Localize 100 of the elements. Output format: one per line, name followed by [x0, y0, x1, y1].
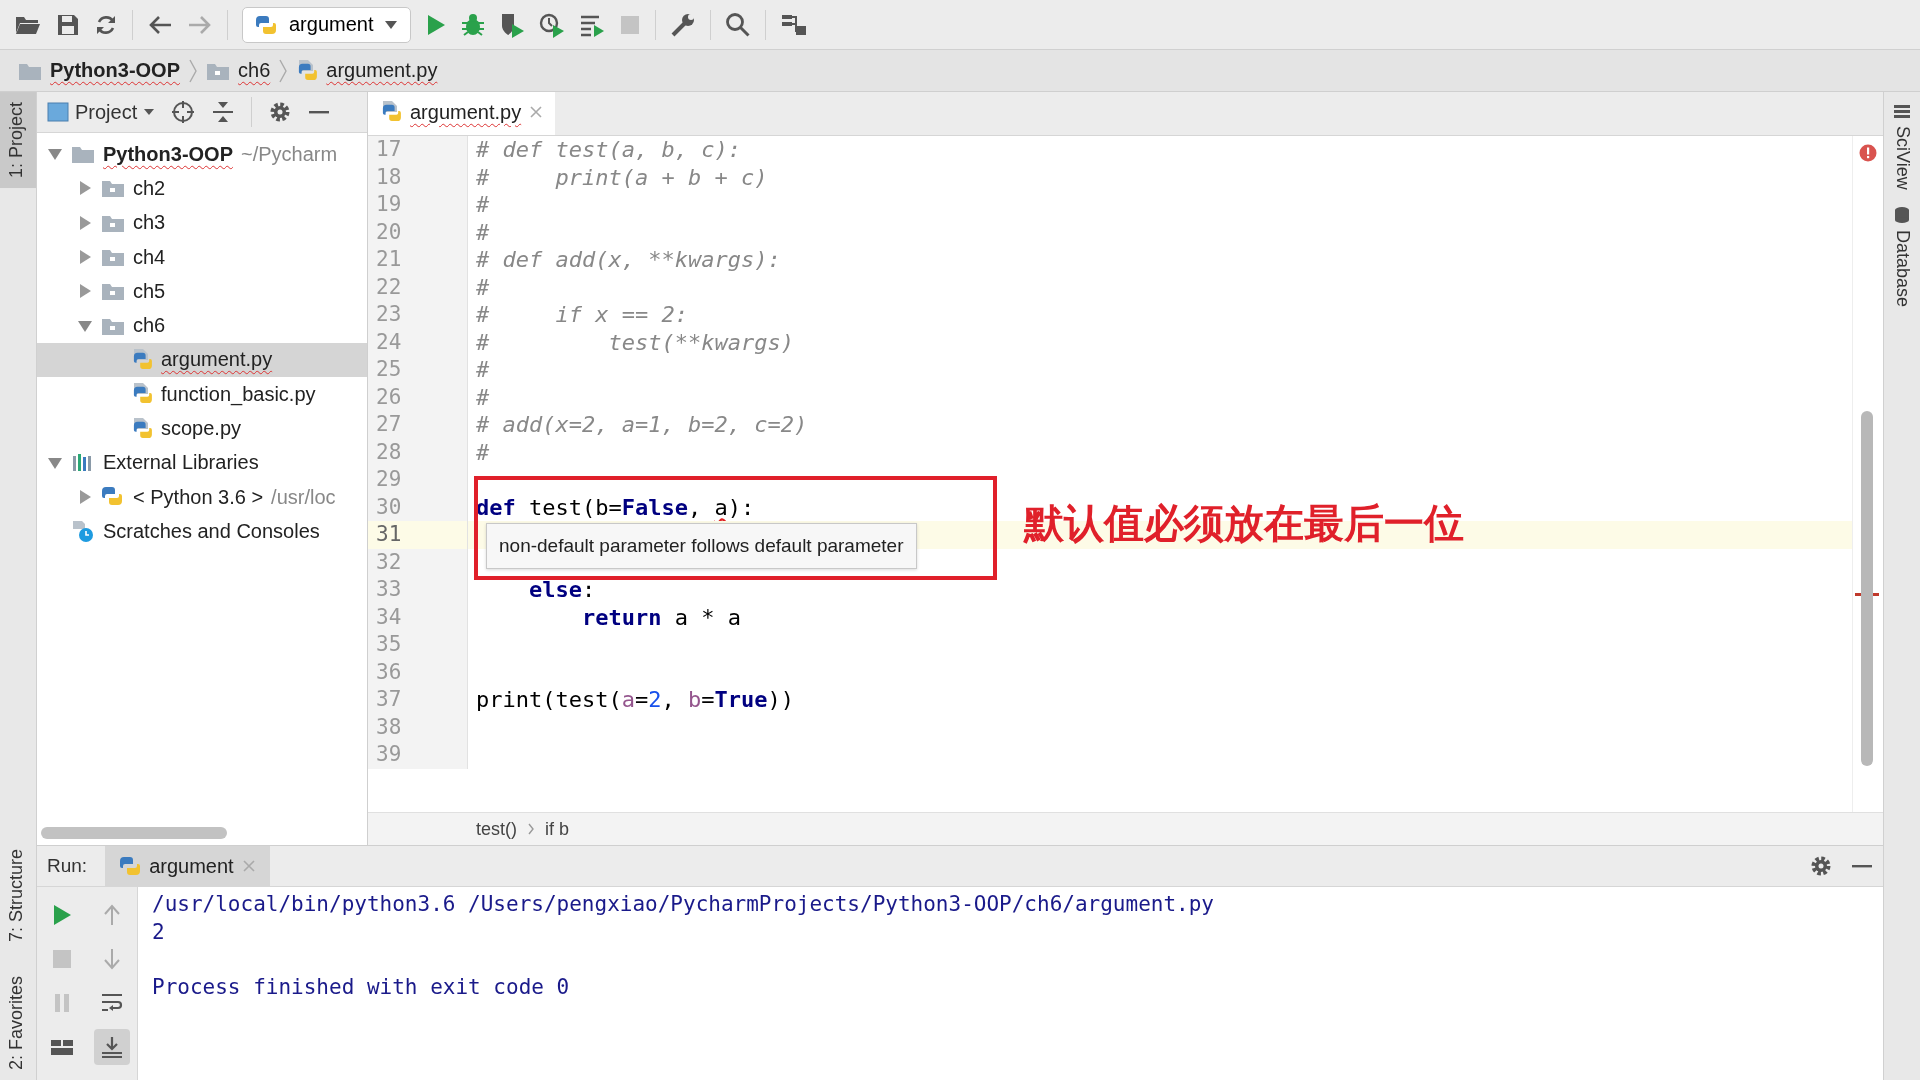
- soft-wrap-icon[interactable]: [100, 992, 124, 1014]
- editor-tab[interactable]: argument.py: [368, 92, 556, 135]
- wrench-icon[interactable]: [669, 11, 696, 38]
- window-icon: [47, 102, 69, 122]
- tree-item[interactable]: ch5: [37, 274, 367, 309]
- code-line: # print(a + b + c): [475, 163, 769, 191]
- breadcrumb[interactable]: ch6: [206, 59, 271, 82]
- layout-icon[interactable]: [50, 1037, 74, 1057]
- line-number: 39: [368, 741, 468, 769]
- code-line: # def add(x, **kwargs):: [475, 246, 782, 274]
- code-line: #: [475, 383, 491, 411]
- code-line: # def test(a, b, c):: [475, 136, 742, 164]
- run-icon[interactable]: [52, 904, 72, 926]
- clock-play-icon[interactable]: [538, 11, 565, 38]
- code-line: #: [475, 191, 491, 219]
- code-line: print(test(a=2, b=True)): [475, 686, 795, 714]
- line-number: 34: [368, 603, 468, 631]
- python-logo-icon: [255, 13, 279, 36]
- breadcrumb[interactable]: test(): [476, 818, 517, 840]
- python-logo-icon: [119, 855, 142, 877]
- console-output-line: /usr/local/bin/python3.6 /Users/pengxiao/PycharmProjects/Python3-OOP/ch6/argument.py: [152, 891, 1216, 918]
- line-number: 36: [368, 658, 468, 686]
- tool-window-button[interactable]: 1: Project: [0, 92, 36, 189]
- code-line: # add(x=2, a=1, b=2, c=2): [475, 411, 809, 439]
- tree-item[interactable]: function_basic.py: [37, 377, 367, 412]
- code-line: #: [475, 438, 491, 466]
- tree-item[interactable]: ch6: [37, 308, 367, 343]
- code-line: # test(**kwargs): [475, 328, 795, 356]
- line-number: 27: [368, 411, 468, 439]
- line-number: 37: [368, 686, 468, 714]
- breadcrumb[interactable]: argument.py: [296, 58, 438, 83]
- line-number: 28: [368, 438, 468, 466]
- annotation-text: 默认值必须放在最后一位: [1024, 499, 1464, 548]
- tool-window-button[interactable]: Database: [1891, 205, 1913, 307]
- error-icon[interactable]: [1859, 144, 1877, 162]
- tree-item[interactable]: ch4: [37, 239, 367, 275]
- search-icon[interactable]: [724, 11, 751, 38]
- horizontal-scrollbar[interactable]: [41, 827, 227, 839]
- collapsed-arrow-icon[interactable]: [77, 249, 93, 266]
- chevron-right-icon: [278, 58, 289, 83]
- line-number: 24: [368, 328, 468, 356]
- collapsed-arrow-icon[interactable]: [77, 180, 93, 197]
- folder-icon: [101, 178, 125, 199]
- code-line: def test(b=False, a):: [475, 493, 756, 521]
- folder-icon: [71, 144, 95, 165]
- scroll-to-end-button[interactable]: [94, 1029, 130, 1065]
- scroll-to-end-icon: [100, 1035, 124, 1059]
- line-number: 38: [368, 713, 468, 741]
- error-tooltip: non-default parameter follows default parameter: [486, 523, 917, 569]
- code-line: # if x == 2:: [475, 301, 689, 329]
- vertical-scrollbar[interactable]: [1861, 411, 1873, 766]
- code-line: else:: [527, 576, 597, 604]
- chevron-right-icon: [188, 58, 198, 83]
- line-number: 29: [368, 466, 468, 494]
- collapsed-arrow-icon[interactable]: [77, 489, 93, 506]
- tree-item[interactable]: ch3: [37, 205, 367, 240]
- collapsed-arrow-icon[interactable]: [77, 214, 93, 231]
- line-number: 19: [368, 191, 468, 219]
- code-line: #: [475, 273, 491, 301]
- python-file-icon: [131, 416, 153, 441]
- tool-window-button[interactable]: SciView: [1891, 104, 1913, 190]
- scratches-icon: [71, 519, 95, 544]
- run-label: Run:: [47, 855, 88, 877]
- tool-window-button[interactable]: 7: Structure: [0, 838, 36, 952]
- python-file-icon: [380, 100, 402, 124]
- line-number: 17: [368, 136, 468, 164]
- settings-icon[interactable]: [1809, 854, 1833, 878]
- tree-item[interactable]: scope.py: [37, 411, 367, 446]
- tree-item[interactable]: < Python 3.6 > /usr/loc: [37, 479, 367, 515]
- line-number: 21: [368, 246, 468, 274]
- save-icon[interactable]: [56, 12, 80, 37]
- python-file-icon: [131, 347, 153, 372]
- tree-item[interactable]: argument.py: [37, 342, 367, 378]
- crosshair-icon[interactable]: [171, 100, 196, 124]
- line-number: 20: [368, 218, 468, 246]
- folder-icon: [101, 247, 125, 268]
- console-output-line: Process finished with exit code 0: [152, 973, 571, 1001]
- caret-icon: [383, 19, 398, 30]
- tree-item[interactable]: ch2: [37, 171, 367, 206]
- grid-icon[interactable]: [1893, 104, 1911, 120]
- project-view-dropdown[interactable]: Project: [47, 100, 156, 124]
- line-number: 31: [368, 521, 468, 549]
- breadcrumb[interactable]: Python3-OOP: [18, 59, 180, 82]
- bug-icon[interactable]: [460, 12, 485, 37]
- collapsed-arrow-icon[interactable]: [77, 283, 93, 300]
- breadcrumb[interactable]: if b: [545, 818, 570, 840]
- line-number: 25: [368, 356, 468, 384]
- back-arrow-icon[interactable]: [147, 13, 173, 36]
- close-icon[interactable]: [529, 105, 544, 119]
- collapse-all-icon[interactable]: [211, 100, 236, 124]
- tree-item[interactable]: Scratches and Consoles: [37, 514, 367, 549]
- run-tab[interactable]: argument: [105, 846, 270, 886]
- run-configuration-dropdown[interactable]: argument: [242, 6, 411, 43]
- console-output-line: 2: [152, 918, 166, 946]
- tree-item[interactable]: External Libraries: [37, 445, 367, 480]
- tree-item[interactable]: Python3-OOP ~/Pycharm: [37, 137, 367, 172]
- line-number: 18: [368, 163, 468, 191]
- database-icon[interactable]: [1893, 205, 1911, 224]
- python-file-icon: [296, 58, 319, 83]
- tool-window-button[interactable]: 2: Favorites: [0, 965, 36, 1080]
